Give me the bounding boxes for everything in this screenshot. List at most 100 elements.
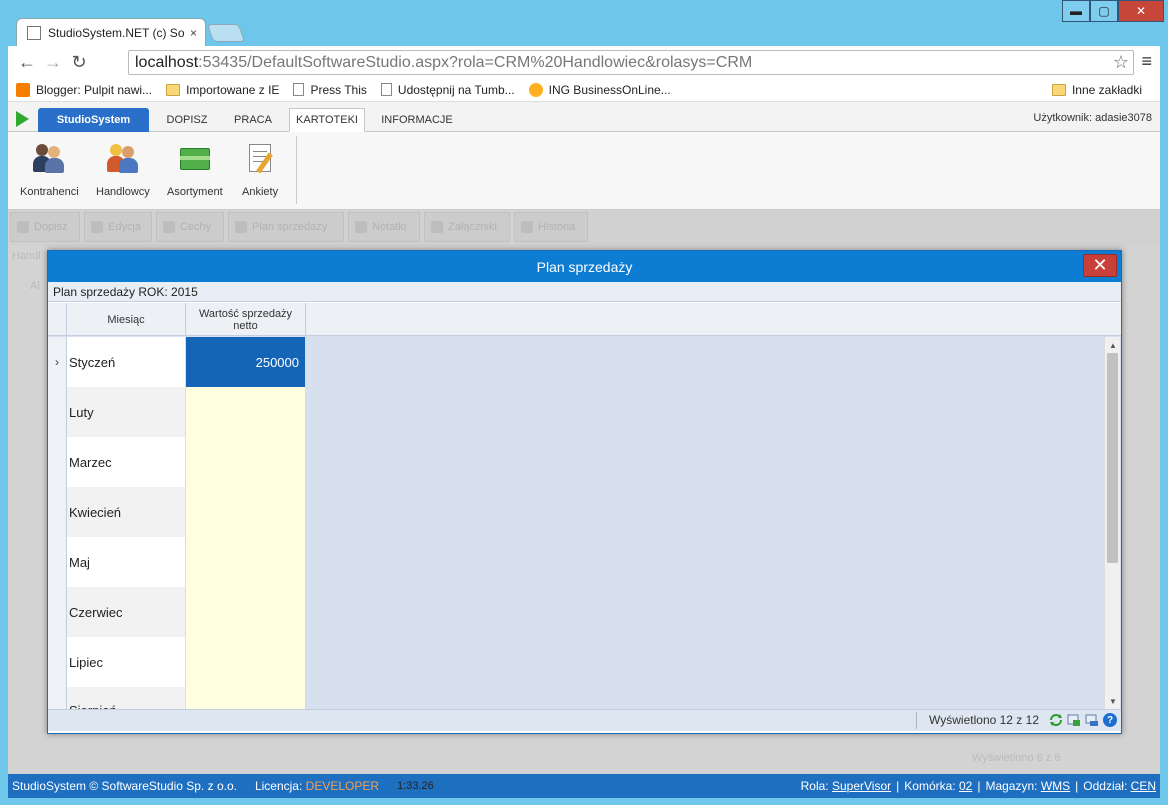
ing-icon xyxy=(528,82,543,97)
record-count: Wyświetlono 12 z 12 xyxy=(929,713,1039,727)
star-icon[interactable]: ☆ xyxy=(1113,52,1129,73)
vertical-scrollbar[interactable]: ▲ ▼ xyxy=(1104,337,1120,709)
table-row[interactable]: Kwiecień xyxy=(48,487,306,537)
value-cell[interactable] xyxy=(186,637,306,687)
bookmark-ing[interactable]: ING BusinessOnLine... xyxy=(528,82,671,97)
table-row[interactable]: › Styczeń 250000 xyxy=(48,337,306,387)
ribbon-panel: Kontrahenci Handlowcy Asortyment Ankiety xyxy=(8,132,1160,210)
month-cell[interactable]: Lipiec xyxy=(67,637,186,687)
bookmark-ie-folder[interactable]: Importowane z IE xyxy=(166,83,279,97)
forward-icon[interactable]: → xyxy=(40,52,66,73)
value-cell[interactable] xyxy=(186,387,306,437)
value-cell[interactable] xyxy=(186,587,306,637)
month-cell[interactable]: Styczeń xyxy=(67,337,186,387)
tab-dopisz[interactable]: DOPISZ xyxy=(156,108,218,132)
refresh-icon[interactable] xyxy=(1049,713,1063,727)
ankiety-label: Ankiety xyxy=(242,186,279,198)
reload-icon[interactable]: ↻ xyxy=(66,52,92,73)
row-indicator xyxy=(48,537,67,587)
column-header-value[interactable]: Wartość sprzedaży netto xyxy=(186,303,306,336)
kontrahenci-button[interactable]: Kontrahenci xyxy=(20,142,79,198)
folder-icon xyxy=(1051,83,1066,96)
komorka-link[interactable]: 02 xyxy=(959,779,972,793)
address-bar[interactable]: localhost:53435/DefaultSoftwareStudio.as… xyxy=(128,50,1134,75)
bookmark-blogger[interactable]: Blogger: Pulpit nawi... xyxy=(16,82,153,97)
month-cell[interactable]: Luty xyxy=(67,387,186,437)
maximize-button[interactable]: ▢ xyxy=(1090,0,1118,22)
current-row-indicator: › xyxy=(48,337,67,387)
ribbon-tabs: StudioSystem DOPISZ PRACA KARTOTEKI INFO… xyxy=(8,102,1160,132)
rola-link[interactable]: SuperVisor xyxy=(832,779,891,793)
tab-close-icon[interactable]: × xyxy=(190,26,197,40)
survey-document-icon xyxy=(244,142,276,174)
scroll-down-icon[interactable]: ▼ xyxy=(1105,693,1121,709)
new-tab-button[interactable] xyxy=(206,24,246,42)
asortyment-button[interactable]: Asortyment xyxy=(167,142,223,198)
value-cell[interactable] xyxy=(186,487,306,537)
oddzial-link[interactable]: CEN xyxy=(1131,779,1156,793)
handlowcy-button[interactable]: Handlowcy xyxy=(96,142,150,198)
bookmark-label: Importowane z IE xyxy=(186,82,280,97)
menu-icon[interactable]: ≡ xyxy=(1141,51,1152,72)
scroll-thumb[interactable] xyxy=(1107,353,1118,563)
month-cell[interactable]: Czerwiec xyxy=(67,587,186,637)
month-cell[interactable]: Kwiecień xyxy=(67,487,186,537)
bookmark-press-this[interactable]: Press This xyxy=(293,83,367,97)
tab-informacje[interactable]: INFORMACJE xyxy=(372,108,462,132)
ribbon-separator xyxy=(296,136,297,204)
row-indicator xyxy=(48,687,67,709)
grid-header-indicator xyxy=(48,303,67,336)
bookmark-label: Udostępnij na Tumb... xyxy=(397,82,515,97)
table-row[interactable]: Marzec xyxy=(48,437,306,487)
ankiety-button[interactable]: Ankiety xyxy=(242,142,278,198)
value-cell[interactable] xyxy=(186,687,306,709)
play-icon[interactable] xyxy=(16,111,29,127)
folder-icon xyxy=(166,83,181,96)
table-row[interactable]: Luty xyxy=(48,387,306,437)
magazyn-link[interactable]: WMS xyxy=(1041,779,1070,793)
month-cell[interactable]: Sierpień xyxy=(67,687,186,709)
month-cell[interactable]: Marzec xyxy=(67,437,186,487)
dialog-subtitle: Plan sprzedaży ROK: 2015 xyxy=(48,282,1121,302)
bookmark-label: Blogger: Pulpit nawi... xyxy=(36,82,153,97)
bookmark-label: Inne zakładki xyxy=(1071,82,1142,97)
column-header-month[interactable]: Miesiąc xyxy=(67,303,186,336)
table-row[interactable]: Maj xyxy=(48,537,306,587)
row-indicator xyxy=(48,487,67,537)
scroll-up-icon[interactable]: ▲ xyxy=(1105,337,1121,353)
help-icon[interactable]: ? xyxy=(1103,713,1117,727)
magazyn-label: Magazyn: xyxy=(985,779,1038,793)
tab-studiosystem[interactable]: StudioSystem xyxy=(38,108,149,132)
back-icon[interactable]: ← xyxy=(14,52,40,73)
bookmark-other-folder[interactable]: Inne zakładki xyxy=(1051,82,1142,97)
table-row[interactable]: Sierpień xyxy=(48,687,306,709)
page-icon xyxy=(27,25,41,40)
grid-footer: Wyświetlono 12 z 12 ? xyxy=(48,709,1121,731)
tab-title: StudioSystem.NET (c) Soft xyxy=(48,25,184,40)
browser-toolbar: ← → ↻ localhost:53435/DefaultSoftwareStu… xyxy=(8,46,1160,78)
table-row[interactable]: Czerwiec xyxy=(48,587,306,637)
minimize-button[interactable]: ▬ xyxy=(1062,0,1090,22)
browser-tab[interactable]: StudioSystem.NET (c) Soft × xyxy=(16,18,206,46)
dialog-close-button[interactable]: ✕ xyxy=(1083,254,1117,277)
komorka-label: Komórka: xyxy=(904,779,956,793)
window-close-button[interactable]: ✕ xyxy=(1118,0,1164,22)
print-icon[interactable] xyxy=(1085,713,1099,727)
dialog-header: Plan sprzedaży ✕ xyxy=(48,251,1121,282)
oddzial-label: Oddział: xyxy=(1083,779,1128,793)
tab-kartoteki[interactable]: KARTOTEKI xyxy=(289,108,365,132)
table-row[interactable]: Lipiec xyxy=(48,637,306,687)
window-controls: ▬ ▢ ✕ xyxy=(1062,0,1164,22)
row-indicator xyxy=(48,587,67,637)
asortyment-label: Asortyment xyxy=(167,186,223,198)
value-cell[interactable] xyxy=(186,537,306,587)
salespeople-icon xyxy=(106,142,139,174)
tab-praca[interactable]: PRACA xyxy=(224,108,282,132)
export-icon[interactable] xyxy=(1067,713,1081,727)
value-cell[interactable] xyxy=(186,437,306,487)
status-bar: StudioSystem © SoftwareStudio Sp. z o.o.… xyxy=(8,774,1160,798)
bookmark-tumblr[interactable]: Udostępnij na Tumb... xyxy=(380,82,515,97)
value-cell[interactable]: 250000 xyxy=(186,337,306,387)
handlowcy-label: Handlowcy xyxy=(96,186,150,198)
month-cell[interactable]: Maj xyxy=(67,537,186,587)
